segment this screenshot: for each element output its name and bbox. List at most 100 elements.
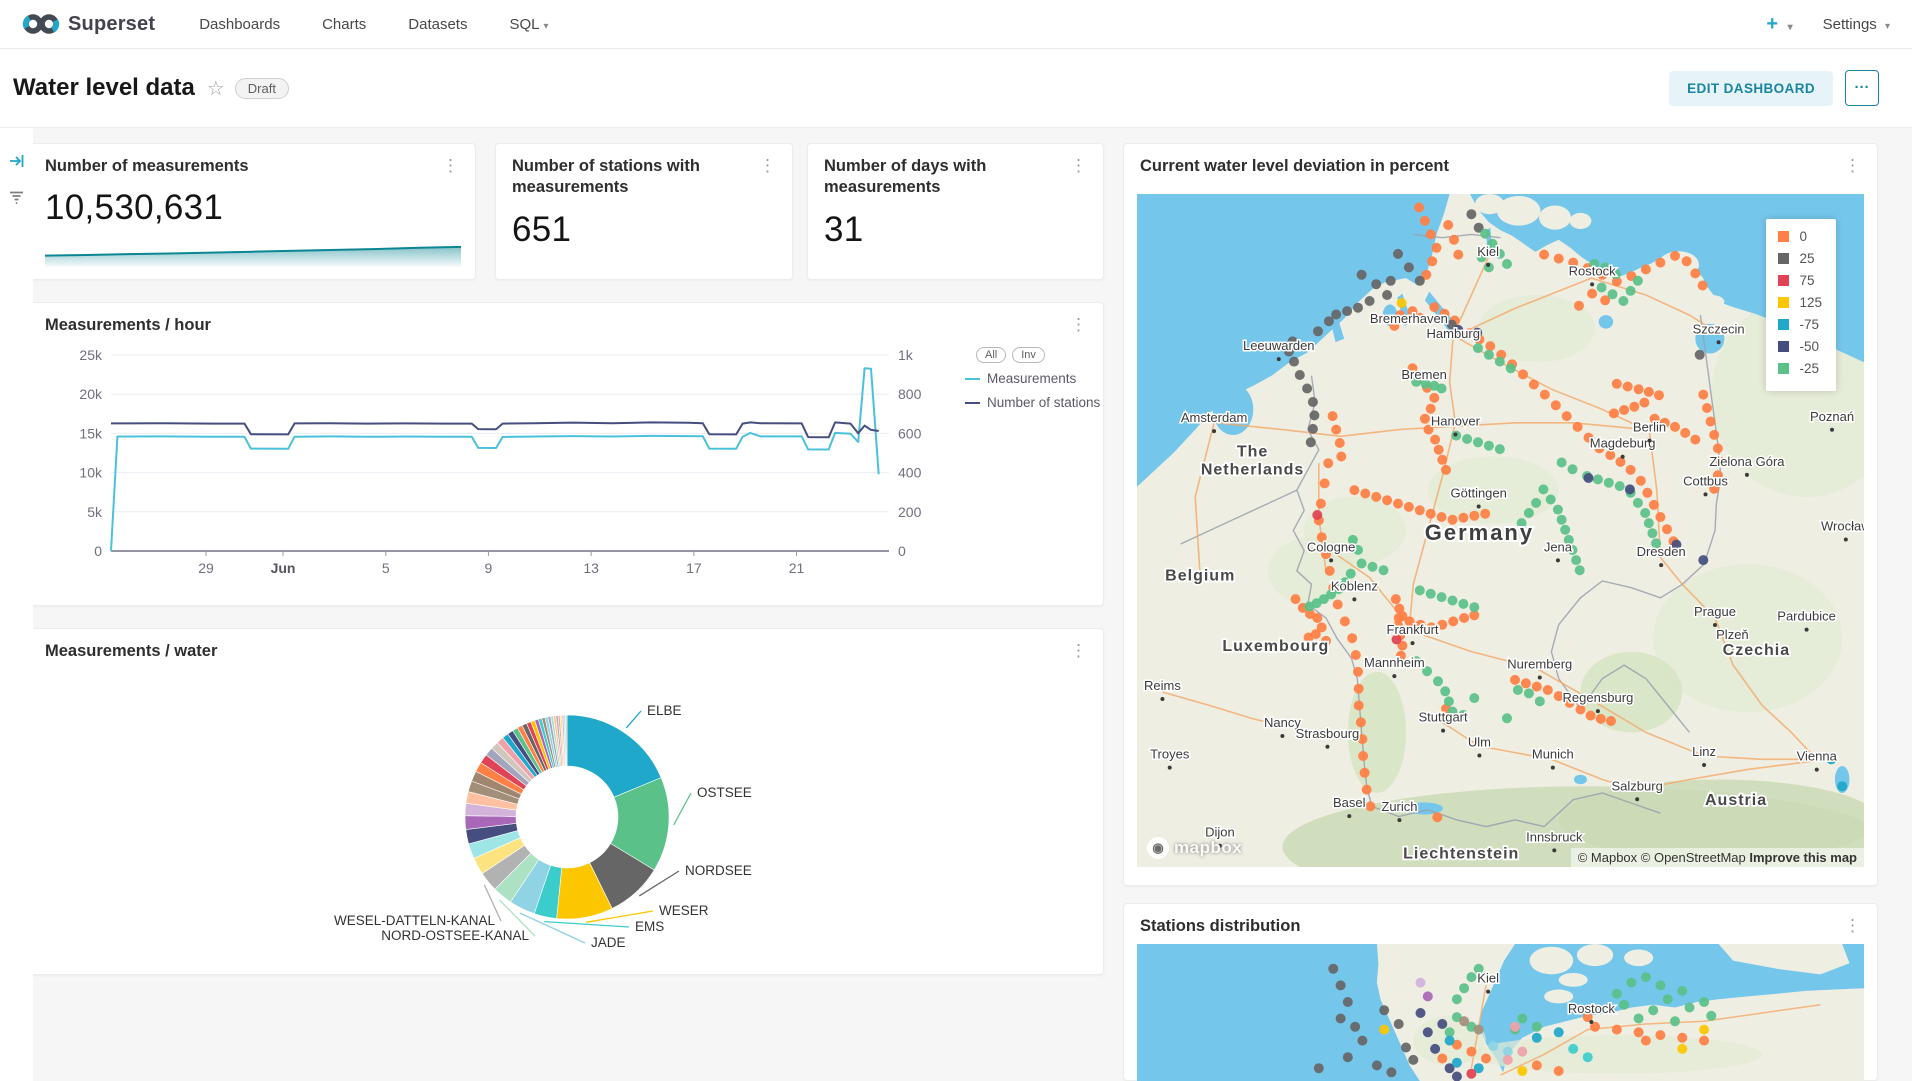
svg-text:Amsterdam: Amsterdam	[1181, 410, 1247, 425]
dashboard-more-button[interactable]: ···	[1845, 70, 1879, 106]
svg-text:Szczecin: Szczecin	[1693, 321, 1745, 336]
svg-text:600: 600	[898, 425, 922, 441]
legend-swatch	[1778, 231, 1789, 242]
svg-text:Pardubice: Pardubice	[1777, 609, 1836, 624]
legend-inv-button[interactable]: Inv	[1012, 347, 1045, 363]
legend-item-stations[interactable]: Number of stations	[965, 395, 1100, 410]
line-chart-canvas[interactable]: 005k20010k40015k60020k80025k1k29Jun59131…	[29, 303, 1103, 605]
map-legend-item[interactable]: 25	[1778, 251, 1822, 266]
line-chart-legend: Measurements Number of stations	[965, 371, 1100, 419]
filter-rail	[0, 128, 33, 1081]
svg-text:Ulm: Ulm	[1468, 735, 1491, 750]
map-legend-item[interactable]: -75	[1778, 317, 1822, 332]
nav-item-charts[interactable]: Charts	[322, 16, 366, 33]
svg-text:Linz: Linz	[1692, 744, 1716, 759]
map-legend-item[interactable]: -50	[1778, 339, 1822, 354]
brand-name: Superset	[68, 13, 155, 36]
svg-text:Luxembourg: Luxembourg	[1222, 638, 1329, 655]
kpi-value: 31	[824, 210, 864, 250]
kpi-value: 10,530,631	[45, 188, 223, 228]
legend-value: 0	[1799, 229, 1807, 244]
svg-text:Frankfurt: Frankfurt	[1387, 622, 1439, 637]
legend-item-measurements[interactable]: Measurements	[965, 371, 1100, 386]
svg-text:Innsbruck: Innsbruck	[1526, 829, 1583, 844]
map-legend-item[interactable]: -25	[1778, 361, 1822, 376]
legend-swatch	[965, 378, 980, 380]
svg-text:21: 21	[789, 560, 805, 576]
map-legend-item[interactable]: 125	[1778, 295, 1822, 310]
favorite-star-icon[interactable]: ☆	[207, 76, 225, 101]
improve-map-link[interactable]: Improve this map	[1749, 850, 1857, 865]
deviation-map-canvas[interactable]: LeeuwardenAmsterdamTheNetherlandsBelgium…	[1137, 194, 1864, 867]
chevron-down-icon: ▾	[1788, 22, 1793, 33]
svg-text:200: 200	[898, 504, 922, 520]
stations-map-card: Stations distribution ⋮ KielRostock	[1123, 903, 1878, 1081]
svg-text:13: 13	[583, 560, 599, 576]
kpi-card-stations: Number of stations with measurements ⋮ 6…	[495, 143, 793, 280]
svg-text:20k: 20k	[79, 386, 103, 402]
svg-text:Reims: Reims	[1144, 678, 1181, 693]
expand-filters-icon[interactable]	[0, 146, 33, 176]
map-legend-item[interactable]: 0	[1778, 229, 1822, 244]
card-menu-button[interactable]: ⋮	[1838, 154, 1867, 178]
stations-map-canvas[interactable]: KielRostock	[1137, 944, 1864, 1081]
svg-text:800: 800	[898, 386, 922, 402]
filter-funnel-icon[interactable]	[0, 182, 33, 212]
kpi-value: 651	[512, 210, 571, 250]
legend-swatch	[1778, 253, 1789, 264]
legend-value: -75	[1799, 317, 1819, 332]
svg-text:Regensburg: Regensburg	[1563, 690, 1634, 705]
kpi-title: Number of stations with measurements	[512, 156, 742, 197]
svg-text:Wrocław: Wrocław	[1821, 519, 1864, 534]
donut-chart-card: Measurements / water ⋮ ELBEOSTSEENORDSEE…	[28, 628, 1104, 975]
superset-logo[interactable]: Superset	[22, 11, 155, 37]
map-legend-item[interactable]: 75	[1778, 273, 1822, 288]
legend-all-button[interactable]: All	[976, 347, 1006, 363]
page-title: Water level data	[13, 74, 195, 102]
mapbox-logo-icon: ◉	[1147, 837, 1169, 859]
kpi-sparkline	[45, 237, 461, 267]
svg-text:Rostock: Rostock	[1568, 1001, 1615, 1016]
svg-text:5k: 5k	[87, 504, 103, 520]
card-menu-button[interactable]: ⋮	[1838, 914, 1867, 938]
nav-item-dashboards[interactable]: Dashboards	[199, 16, 280, 33]
legend-value: 125	[1799, 295, 1822, 310]
svg-text:Zurich: Zurich	[1381, 799, 1417, 814]
legend-value: 25	[1799, 251, 1814, 266]
legend-swatch	[1778, 297, 1789, 308]
donut-chart-canvas[interactable]: ELBEOSTSEENORDSEEWESEREMSJADENORD-OSTSEE…	[29, 629, 1103, 974]
svg-text:Strasbourg: Strasbourg	[1296, 726, 1360, 741]
edit-dashboard-button[interactable]: EDIT DASHBOARD	[1669, 71, 1833, 106]
new-item-button[interactable]: + ▾	[1766, 13, 1792, 36]
svg-text:Berlin: Berlin	[1633, 420, 1666, 435]
legend-value: 75	[1799, 273, 1814, 288]
svg-text:Leeuwarden: Leeuwarden	[1243, 338, 1315, 353]
card-menu-button[interactable]: ⋮	[1064, 154, 1093, 178]
legend-swatch	[965, 402, 980, 404]
svg-text:Rostock: Rostock	[1569, 263, 1616, 278]
svg-text:Prague: Prague	[1694, 604, 1736, 619]
svg-text:Bremen: Bremen	[1401, 367, 1447, 382]
nav-item-sql[interactable]: SQL▾	[509, 16, 548, 33]
svg-text:Munich: Munich	[1532, 747, 1574, 762]
chevron-down-icon: ▾	[543, 21, 548, 32]
kpi-title: Number of days with measurements	[824, 156, 1054, 197]
line-chart-card: Measurements / hour ⋮ 005k20010k40015k60…	[28, 302, 1104, 606]
mapbox-logo[interactable]: ◉ mapbox	[1147, 837, 1242, 859]
svg-text:0: 0	[94, 543, 102, 559]
nav-item-datasets[interactable]: Datasets	[408, 16, 467, 33]
svg-text:ELBE: ELBE	[647, 703, 682, 718]
svg-text:Belgium: Belgium	[1165, 567, 1235, 584]
status-badge: Draft	[235, 78, 289, 99]
svg-text:Troyes: Troyes	[1150, 747, 1190, 762]
svg-text:Bremerhaven: Bremerhaven	[1370, 311, 1448, 326]
svg-text:15k: 15k	[79, 425, 103, 441]
map-attribution: © Mapbox © OpenStreetMap Improve this ma…	[1571, 848, 1864, 867]
svg-text:Liechtenstein: Liechtenstein	[1403, 845, 1519, 862]
svg-text:Salzburg: Salzburg	[1612, 778, 1663, 793]
svg-text:5: 5	[382, 560, 390, 576]
settings-menu[interactable]: Settings ▾	[1823, 16, 1890, 33]
svg-text:29: 29	[198, 560, 214, 576]
card-menu-button[interactable]: ⋮	[436, 154, 465, 178]
card-menu-button[interactable]: ⋮	[753, 154, 782, 178]
